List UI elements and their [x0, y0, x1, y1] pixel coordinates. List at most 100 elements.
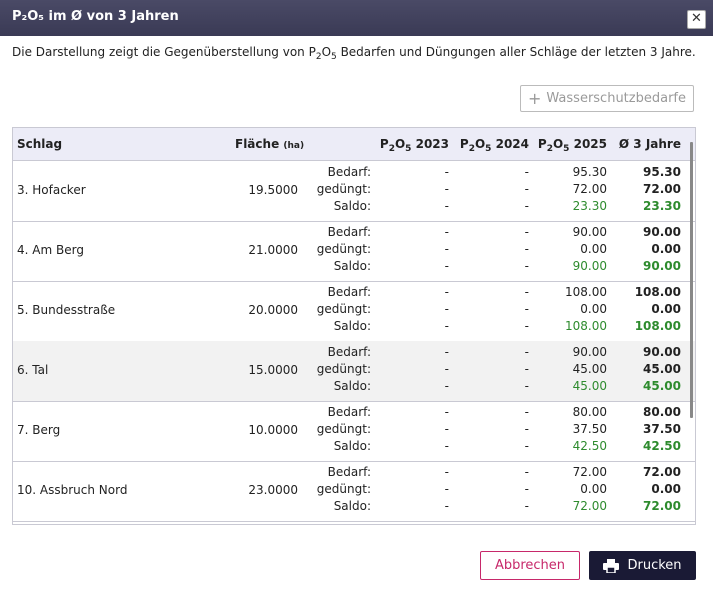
row-value-2023: - — [444, 405, 449, 419]
row-label-saldo: Saldo: — [333, 439, 371, 453]
table-row: 7. Berg 10.0000 Bedarf: - - 80.00 80.00 gedüngt… — [13, 401, 695, 462]
row-value-2023: - — [444, 199, 449, 213]
row-value-2025: 45.00 — [572, 362, 607, 376]
row-value-2025: 23.30 — [572, 199, 607, 213]
header-flaeche: Fläche (ha) — [235, 137, 305, 151]
cancel-label: Abbrechen — [494, 558, 566, 573]
row-value-2023: - — [444, 439, 449, 453]
dialog-description: Die Darstellung zeigt die Gegenüberstell… — [12, 45, 696, 62]
row-value-2025: 42.50 — [572, 439, 607, 453]
row-value-2023: - — [444, 319, 449, 333]
header-p2o5-2024: P2O5 2024 — [459, 137, 529, 154]
row-flaeche: 20.0000 — [248, 303, 298, 317]
row-value-avg: 42.50 — [643, 439, 681, 453]
plus-icon: + — [528, 89, 542, 108]
row-label-bedarf: Bedarf: — [327, 285, 371, 299]
row-flaeche: 23.0000 — [248, 483, 298, 497]
row-value-2024: - — [524, 259, 529, 273]
row-value-avg: 90.00 — [643, 225, 681, 239]
row-value-avg: 72.00 — [643, 499, 681, 513]
row-schlag-name: 5. Bundesstraße — [17, 303, 116, 317]
row-label-saldo: Saldo: — [333, 379, 371, 393]
row-label-bedarf: Bedarf: — [327, 405, 371, 419]
wasserschutzbedarfe-button[interactable]: + Wasserschutzbedarfe — [520, 85, 694, 112]
row-flaeche: 19.5000 — [248, 183, 298, 197]
row-value-2023: - — [444, 165, 449, 179]
row-value-2025: 72.00 — [572, 465, 607, 479]
row-value-avg: 45.00 — [643, 379, 681, 393]
cancel-button[interactable]: Abbrechen — [480, 551, 580, 580]
row-value-2024: - — [524, 482, 529, 496]
row-value-2024: - — [524, 225, 529, 239]
row-value-2024: - — [524, 319, 529, 333]
row-value-2024: - — [524, 345, 529, 359]
row-value-2025: 108.00 — [565, 319, 607, 333]
row-value-2024: - — [524, 242, 529, 256]
row-value-avg: 95.30 — [643, 165, 681, 179]
row-value-avg: 45.00 — [643, 362, 681, 376]
row-value-avg: 90.00 — [643, 345, 681, 359]
row-value-2024: - — [524, 199, 529, 213]
row-label-geduengt: gedüngt: — [316, 242, 371, 256]
row-schlag-name: 3. Hofacker — [17, 183, 86, 197]
row-value-2023: - — [444, 259, 449, 273]
row-label-geduengt: gedüngt: — [316, 422, 371, 436]
row-label-bedarf: Bedarf: — [327, 465, 371, 479]
row-schlag-name: 7. Berg — [17, 423, 61, 437]
row-value-2025: 108.00 — [565, 285, 607, 299]
row-value-avg: 37.50 — [643, 422, 681, 436]
table-scrollbar[interactable] — [690, 142, 693, 418]
row-value-avg: 80.00 — [643, 405, 681, 419]
table-row: 10. Assbruch Nord 23.0000 Bedarf: - - 72.00 72… — [13, 461, 695, 522]
row-value-avg: 72.00 — [643, 182, 681, 196]
row-value-2025: 45.00 — [572, 379, 607, 393]
row-value-2023: - — [444, 362, 449, 376]
row-value-2025: 0.00 — [580, 302, 607, 316]
row-value-2024: - — [524, 379, 529, 393]
row-value-2023: - — [444, 242, 449, 256]
row-schlag-name: 10. Assbruch Nord — [17, 483, 128, 497]
row-value-avg: 0.00 — [651, 482, 681, 496]
row-schlag-name: 6. Tal — [17, 363, 49, 377]
print-label: Drucken — [627, 558, 682, 573]
row-flaeche: 10.0000 — [248, 423, 298, 437]
header-p2o5-2025: P2O5 2025 — [537, 137, 607, 154]
row-value-2024: - — [524, 405, 529, 419]
table-row: 4. Am Berg 21.0000 Bedarf: - - 90.00 90.00 gedü… — [13, 221, 695, 282]
row-value-2025: 0.00 — [580, 482, 607, 496]
table-row: 6. Tal 15.0000 Bedarf: - - 90.00 90.00 gedüngt:… — [13, 341, 695, 402]
row-value-2023: - — [444, 422, 449, 436]
table-header: Schlag Fläche (ha) P2O5 2023 P2O5 2024 P… — [13, 128, 695, 161]
row-label-saldo: Saldo: — [333, 259, 371, 273]
row-value-avg: 0.00 — [651, 302, 681, 316]
row-value-2025: 72.00 — [572, 499, 607, 513]
row-value-2025: 80.00 — [572, 405, 607, 419]
row-value-2024: - — [524, 165, 529, 179]
row-label-bedarf: Bedarf: — [327, 165, 371, 179]
wasserschutzbedarfe-label: Wasserschutzbedarfe — [546, 91, 686, 106]
row-value-2025: 90.00 — [572, 225, 607, 239]
table-row: 5. Bundesstraße 20.0000 Bedarf: - - 108.00 108… — [13, 281, 695, 342]
row-value-2025: 37.50 — [572, 422, 607, 436]
row-value-2023: - — [444, 285, 449, 299]
dialog-title: P₂O₅ im Ø von 3 Jahren — [12, 9, 179, 24]
row-label-bedarf: Bedarf: — [327, 345, 371, 359]
row-label-geduengt: gedüngt: — [316, 482, 371, 496]
row-value-avg: 108.00 — [634, 319, 681, 333]
row-value-2024: - — [524, 182, 529, 196]
row-value-2023: - — [444, 482, 449, 496]
row-value-2025: 72.00 — [572, 182, 607, 196]
header-avg-3-jahre: Ø 3 Jahre — [618, 137, 681, 151]
row-flaeche: 15.0000 — [248, 363, 298, 377]
row-value-2024: - — [524, 499, 529, 513]
row-value-2024: - — [524, 302, 529, 316]
row-value-2024: - — [524, 362, 529, 376]
close-icon[interactable]: ✕ — [687, 10, 706, 29]
row-value-avg: 0.00 — [651, 242, 681, 256]
row-value-2023: - — [444, 345, 449, 359]
row-label-bedarf: Bedarf: — [327, 225, 371, 239]
p2o5-table: Schlag Fläche (ha) P2O5 2023 P2O5 2024 P… — [12, 127, 696, 525]
row-flaeche: 21.0000 — [248, 243, 298, 257]
row-label-saldo: Saldo: — [333, 319, 371, 333]
print-button[interactable]: Drucken — [589, 551, 696, 580]
